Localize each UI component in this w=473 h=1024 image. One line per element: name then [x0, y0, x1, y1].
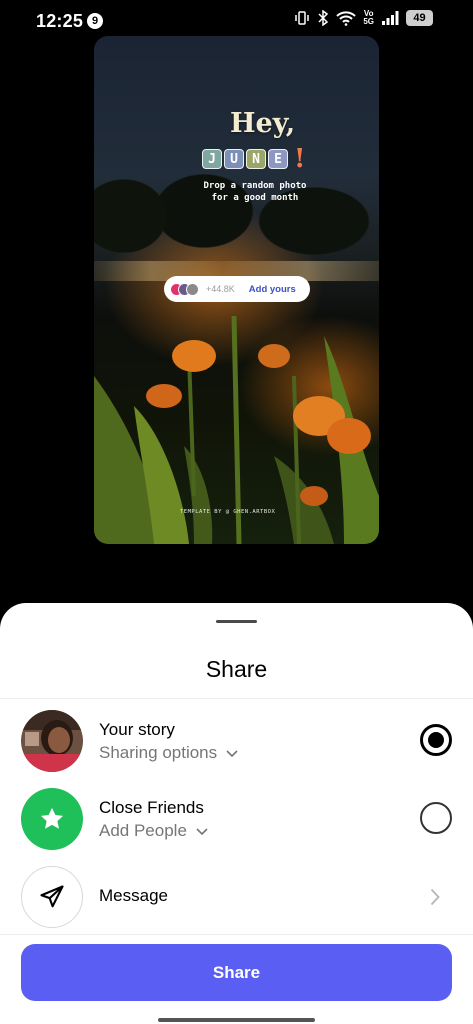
chevron-down-icon	[226, 749, 238, 757]
option-title: Your story	[99, 720, 175, 739]
notification-count-badge: 9	[87, 13, 103, 29]
divider	[0, 698, 473, 699]
story-caption: Drop a random photo for a good month	[203, 181, 307, 203]
share-button[interactable]: Share	[21, 944, 452, 1001]
month-letter-tile: E	[268, 149, 288, 169]
story-foliage-graphic	[94, 315, 379, 544]
month-letter-tile: J	[202, 149, 222, 169]
option-close-friends[interactable]: Close Friends Add People	[0, 784, 473, 860]
vibrate-icon	[295, 11, 310, 25]
option-title: Message	[99, 886, 168, 905]
story-greeting-text: Hey,	[230, 108, 296, 139]
close-friends-radio[interactable]	[420, 802, 452, 834]
add-yours-label: Add yours	[248, 283, 296, 295]
divider	[0, 934, 473, 935]
chevron-down-icon	[196, 827, 208, 835]
option-message[interactable]: Message	[0, 862, 473, 938]
status-icons: Vo 5G 49	[294, 10, 433, 26]
sharing-options-link[interactable]: Sharing options	[99, 743, 238, 763]
profile-photo-graphic	[21, 710, 83, 772]
sheet-drag-handle[interactable]	[216, 620, 257, 623]
share-screen: 12:25 9 Vo 5G 49 Hey, J U N E ! Drop a r…	[0, 0, 473, 1024]
story-month-tiles: J U N E !	[202, 144, 305, 174]
profile-avatar	[21, 710, 83, 772]
option-subtitle: Add People	[99, 821, 187, 840]
sheet-title: Share	[205, 656, 268, 682]
participant-avatar	[186, 282, 199, 296]
wifi-icon	[336, 11, 357, 26]
story-preview: Hey, J U N E ! Drop a random photo for a…	[94, 36, 379, 544]
share-bottom-sheet: Share Your story Sharing options Close F…	[0, 603, 473, 1024]
month-letter-tile: U	[224, 149, 244, 169]
home-indicator[interactable]	[158, 1018, 315, 1022]
template-credit: TEMPLATE BY @ GHEN.ARTBOX	[180, 509, 276, 515]
story-exclamation: !	[294, 144, 306, 174]
close-friends-avatar	[21, 788, 83, 850]
your-story-radio[interactable]	[420, 724, 452, 756]
battery-indicator: 49	[406, 10, 433, 26]
volte-5g-indicator: Vo 5G	[363, 9, 374, 26]
option-your-story[interactable]: Your story Sharing options	[0, 706, 473, 782]
chevron-right-icon	[430, 888, 440, 906]
option-subtitle: Sharing options	[99, 743, 218, 762]
signal-icon	[382, 11, 399, 25]
add-yours-sticker[interactable]: +44.8K Add yours	[164, 276, 310, 302]
add-people-link[interactable]: Add People	[99, 821, 208, 841]
bluetooth-icon	[318, 10, 329, 26]
paper-plane-icon	[40, 885, 64, 908]
star-icon	[40, 807, 64, 829]
story-greeting: Hey,	[230, 108, 295, 139]
option-title: Close Friends	[99, 798, 204, 817]
month-letter-tile: N	[246, 149, 266, 169]
add-yours-count: +44.8K	[206, 284, 235, 294]
status-time: 12:25	[36, 11, 84, 31]
message-avatar	[21, 866, 83, 928]
